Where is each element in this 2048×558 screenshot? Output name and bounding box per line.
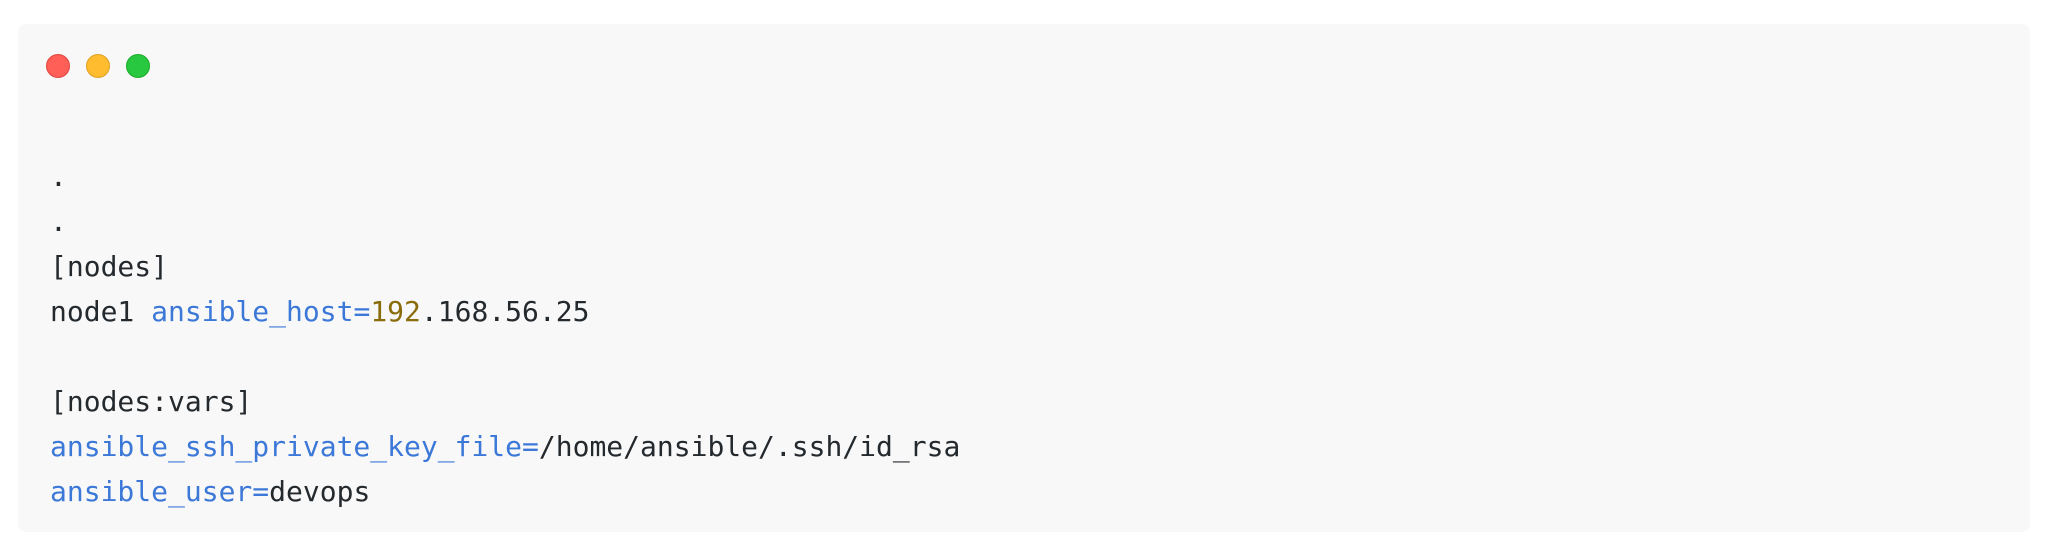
code-line-1: . — [50, 154, 960, 199]
code-block-window: .. [nodes] node1 ansible_host=192.168.56.2… — [18, 24, 2030, 532]
code-line-4: node1 ansible_host=192.168.56.25 — [50, 289, 960, 334]
ansible-user-value: devops — [269, 475, 371, 508]
ellipsis-dot: . — [50, 160, 67, 193]
code-line-3: [nodes] — [50, 244, 960, 289]
maximize-button[interactable] — [126, 54, 150, 78]
ssh-key-file-value: /home/ansible/.ssh/id_rsa — [538, 430, 961, 463]
section-header-nodes: [nodes] — [50, 250, 169, 283]
host-name: node1 — [50, 295, 152, 328]
code-line-8: ansible_user=devops — [50, 469, 960, 514]
section-header-nodes-vars: [nodes:vars] — [50, 385, 253, 418]
close-button[interactable] — [46, 54, 70, 78]
ansible-host-key: ansible_host= — [151, 295, 371, 328]
code-line-2: . — [50, 199, 960, 244]
code-line-7: ansible_ssh_private_key_file=/home/ansib… — [50, 424, 960, 469]
ip-address-rest: .168.56.25 — [420, 295, 590, 328]
minimize-button[interactable] — [86, 54, 110, 78]
ssh-key-file-key: ansible_ssh_private_key_file= — [50, 430, 539, 463]
code-content: .. [nodes] node1 ansible_host=192.168.56.2… — [50, 154, 960, 514]
code-line-6: [nodes:vars] — [50, 379, 960, 424]
ansible-user-key: ansible_user= — [50, 475, 270, 508]
ip-address-prefix: 192 — [370, 295, 421, 328]
ellipsis-dot: . — [50, 205, 67, 238]
